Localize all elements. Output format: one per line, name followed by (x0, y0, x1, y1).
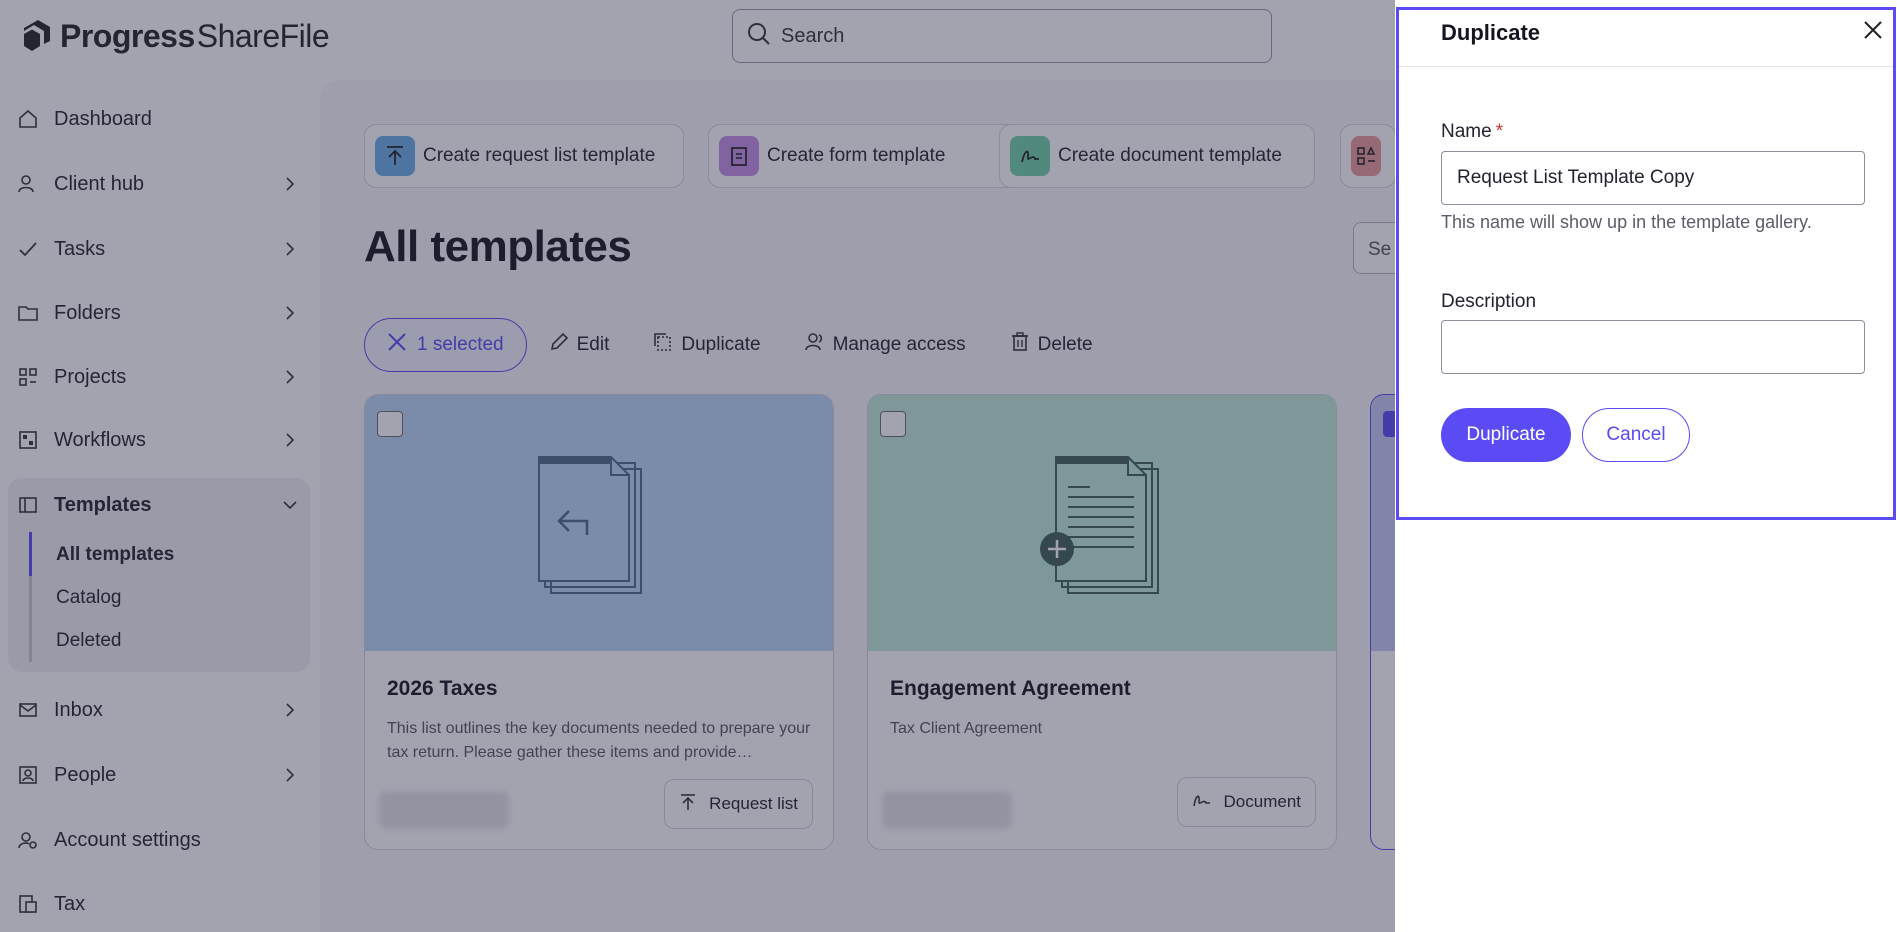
panel-title: Duplicate (1441, 20, 1541, 45)
name-field[interactable] (1441, 151, 1865, 205)
close-icon (1863, 20, 1883, 45)
cancel-button[interactable]: Cancel (1582, 408, 1690, 462)
required-indicator: * (1495, 121, 1504, 142)
app-shell: ProgressShareFile Dashboard Client hub T… (0, 0, 1897, 932)
duplicate-panel: Duplicate Name* This name will show up i… (1395, 0, 1897, 932)
modal-backdrop[interactable] (0, 0, 1395, 932)
description-label: Description (1441, 291, 1537, 312)
description-field[interactable] (1441, 320, 1865, 374)
panel-divider (1399, 66, 1893, 67)
name-label-text: Name (1441, 121, 1492, 142)
close-panel-button[interactable] (1859, 18, 1887, 46)
name-label: Name * (1441, 121, 1503, 143)
name-hint: This name will show up in the template g… (1441, 212, 1812, 232)
duplicate-submit-button[interactable]: Duplicate (1441, 408, 1571, 462)
duplicate-dialog: Duplicate Name* This name will show up i… (1396, 7, 1896, 520)
